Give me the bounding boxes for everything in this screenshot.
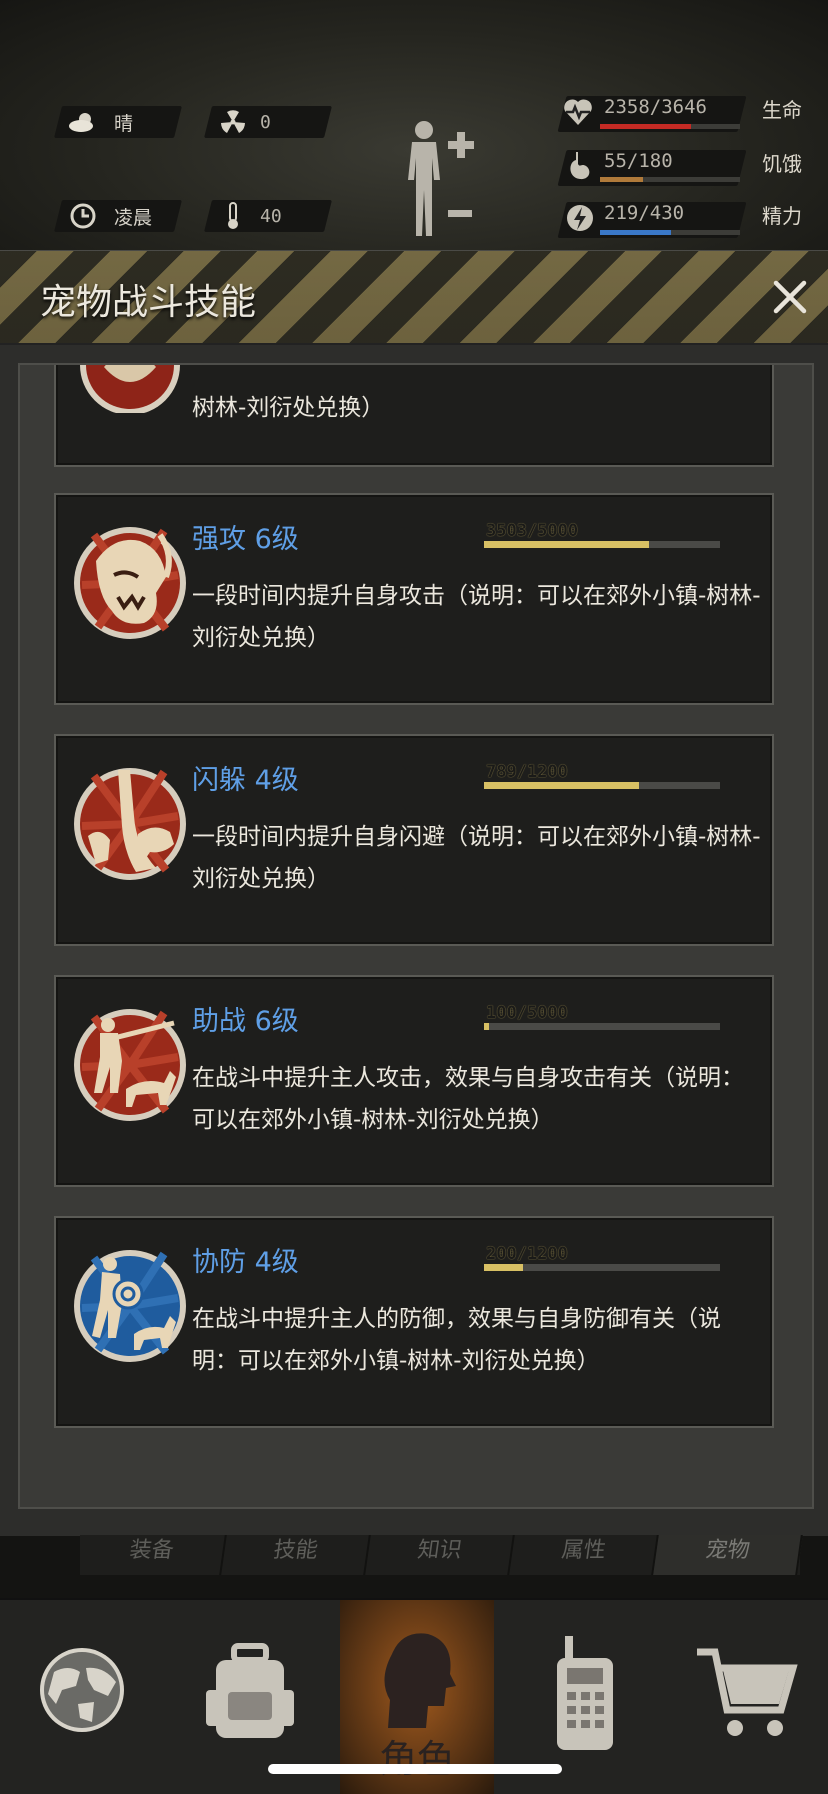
panel-title: 宠物战斗技能 — [40, 282, 257, 323]
tab-pet[interactable]: 宠物 — [653, 1535, 803, 1575]
radiation-value: 0 — [260, 111, 271, 133]
skill-xp-fill — [484, 541, 650, 548]
skill-desc: 在战斗中提升主人攻击，效果与自身攻击有关（说明：可以在郊外小镇-树林-刘衍处兑换… — [192, 1065, 744, 1133]
energy-bolt-icon — [566, 202, 596, 236]
shield-dog-icon — [74, 1238, 186, 1374]
skill-desc: 一段时间内提升自身攻击（说明：可以在郊外小镇-树林-刘衍处兑换） — [192, 583, 761, 651]
skill-title: 强攻 6级 — [192, 524, 299, 555]
time-chip: 凌晨 — [66, 200, 152, 232]
tab-knowledge[interactable]: 知识 — [365, 1535, 515, 1575]
hunter-dog-icon — [74, 997, 186, 1133]
temperature-chip: 40 — [216, 200, 282, 232]
energy-value: 219/430 — [604, 202, 685, 224]
health-bar — [600, 124, 740, 129]
panel-header: 宠物战斗技能 — [0, 251, 828, 345]
skill-xp-bar — [484, 782, 720, 789]
skill-xp-bar — [484, 1264, 720, 1271]
skill-card-dodge[interactable]: 闪躲 4级 789/1200 一段时间内提升自身闪避（说明：可以在郊外小镇-树林… — [54, 734, 774, 946]
skill-title: 闪躲 4级 — [192, 765, 299, 796]
health-value: 2358/3646 — [604, 96, 707, 118]
skill-xp-text: 200/1200 — [486, 1244, 568, 1264]
radiation-icon — [216, 106, 250, 138]
backpack-icon — [206, 1643, 294, 1738]
nav-character-label: 角色 — [378, 1737, 455, 1781]
skill-xp-bar — [484, 541, 720, 548]
nav-shop[interactable] — [668, 1600, 828, 1794]
energy-bar — [600, 230, 740, 235]
weather-chip: 晴 — [66, 106, 133, 138]
skill-title: 助战 6级 — [192, 1006, 299, 1037]
skill-card-strong-attack[interactable]: 强攻 6级 3503/5000 一段时间内提升自身攻击（说明：可以在郊外小镇-树… — [54, 493, 774, 705]
temperature-value: 40 — [260, 205, 282, 227]
nav-world[interactable] — [2, 1600, 162, 1794]
skill-desc: 一段时间内提升自身闪避（说明：可以在郊外小镇-树林-刘衍处兑换） — [192, 824, 761, 892]
hunger-bar — [600, 177, 740, 182]
health-bar-fill — [600, 124, 691, 129]
skill-card-guard[interactable]: 协防 4级 200/1200 在战斗中提升主人的防御，效果与自身防御有关（说明：… — [54, 1216, 774, 1428]
skill-xp-text: 789/1200 — [486, 762, 568, 782]
clock-icon — [66, 200, 100, 232]
skill-xp-fill — [484, 1264, 524, 1271]
time-text: 凌晨 — [114, 206, 153, 229]
health-label: 生命 — [762, 98, 802, 122]
skill-card-defense[interactable]: 树林-刘衍处兑换） — [54, 365, 774, 467]
defense-skill-icon — [74, 365, 186, 415]
partly-cloudy-icon — [66, 106, 100, 138]
status-hud: 晴 0 凌晨 40 2358/3646 生命 55/180 饥饿 219/430… — [0, 0, 828, 250]
energy-bar-fill — [600, 230, 672, 235]
close-button[interactable] — [766, 273, 814, 321]
skill-desc: 在战斗中提升主人的防御，效果与自身防御有关（说明：可以在郊外小镇-树林-刘衍处兑… — [192, 1306, 721, 1374]
tab-equipment[interactable]: 装备 — [77, 1535, 227, 1575]
heart-pulse-icon — [562, 96, 596, 130]
skill-list[interactable]: 树林-刘衍处兑换） 强攻 6级 3503/5000 一段时间内提升自身攻击（说明… — [18, 363, 814, 1509]
weather-text: 晴 — [114, 112, 134, 135]
skill-xp-fill — [484, 782, 640, 789]
pet-skills-panel: 宠物战斗技能 树林-刘衍处兑换） 强攻 6级 3503/5000 一段时间内提升… — [0, 250, 828, 1536]
character-subtabs: 装备 技能 知识 属性 宠物 — [77, 1535, 803, 1575]
skill-card-assist[interactable]: 助战 6级 100/5000 在战斗中提升主人攻击，效果与自身攻击有关（说明：可… — [54, 975, 774, 1187]
skill-title: 协防 4级 — [192, 1247, 299, 1278]
home-indicator[interactable] — [268, 1764, 562, 1774]
skill-xp-text: 3503/5000 — [486, 521, 579, 541]
beast-attack-icon — [74, 515, 186, 651]
hunger-label: 饥饿 — [762, 152, 802, 176]
stomach-icon — [566, 150, 596, 184]
skill-desc: 树林-刘衍处兑换） — [192, 395, 385, 421]
skill-xp-bar — [484, 1023, 720, 1030]
tab-attributes[interactable]: 属性 — [509, 1535, 659, 1575]
globe-icon — [40, 1648, 124, 1732]
walkie-talkie-icon — [557, 1636, 613, 1750]
hunger-bar-fill — [600, 177, 643, 182]
shopping-cart-icon — [697, 1648, 798, 1736]
tab-skills[interactable]: 技能 — [221, 1535, 371, 1575]
skill-xp-text: 100/5000 — [486, 1003, 568, 1023]
radiation-chip: 0 — [216, 106, 271, 138]
close-icon — [773, 280, 807, 314]
hunger-value: 55/180 — [604, 150, 673, 172]
thermometer-icon — [216, 200, 250, 232]
energy-label: 精力 — [762, 204, 802, 228]
dodge-tree-icon — [74, 756, 186, 892]
minus-icon — [446, 204, 476, 217]
plus-icon — [446, 130, 476, 160]
skill-xp-fill — [484, 1023, 489, 1030]
